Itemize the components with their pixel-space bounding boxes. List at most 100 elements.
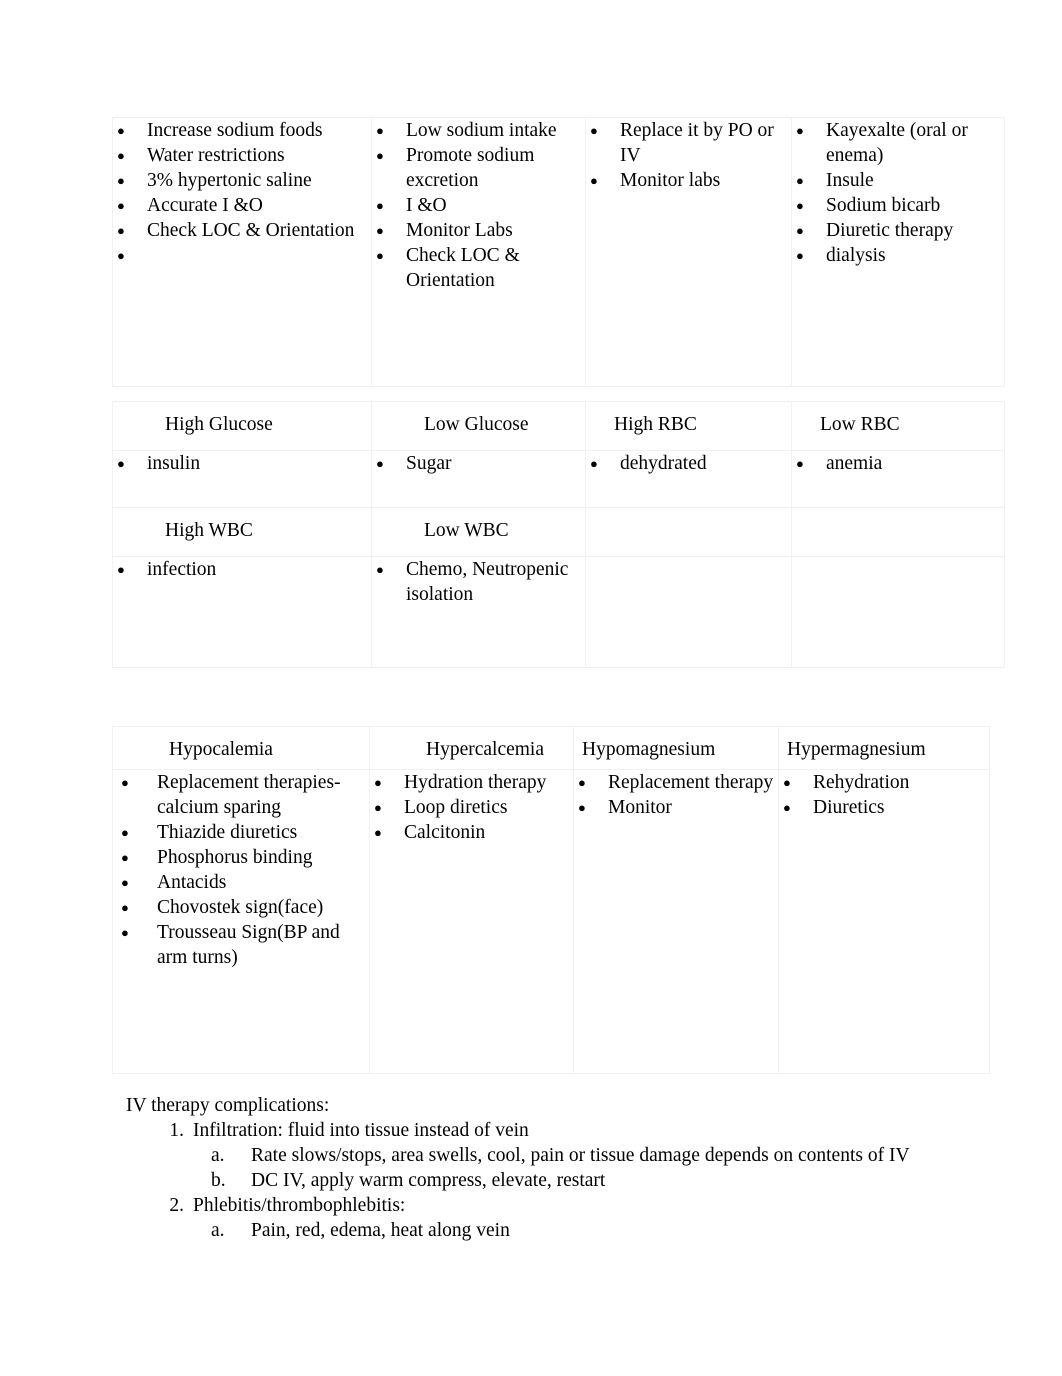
table-row-headers-glucose-rbc: High Glucose Low Glucose High RBC Low RB… [112,401,1005,451]
column-header: Low WBC [424,520,509,541]
bullet-list: Hydration therapy Loop diretics Calciton… [370,769,573,845]
bullet-list: anemia [792,450,1004,476]
list-item: Chovostek sign(face) [113,895,369,920]
list-item: anemia [792,450,1004,476]
iv-therapy-complications-section: IV therapy complications: 1. Infiltration… [126,1093,1006,1243]
list-item: Increase sodium foods [113,117,371,143]
list-item: Monitor labs [586,168,791,193]
bullet-list: Rehydration Diuretics [779,769,989,820]
bullet-list: Replace it by PO or IV Monitor labs [586,117,791,193]
cell-high-glucose-items: insulin [112,450,372,508]
numbered-list: 1. Infiltration: fluid into tissue instea… [126,1118,1006,1243]
cell-header-empty-4 [791,507,1005,557]
list-item: Hydration therapy [370,769,573,795]
cell-header-high-glucose: High Glucose [112,401,372,451]
list-item: Check LOC & Orientation [113,218,371,243]
cell-low-rbc-items: anemia [791,450,1005,508]
cell-hypernatremia-interventions: Low sodium intake Promote sodium excreti… [371,117,586,387]
column-header: Low RBC [820,414,900,435]
sub-list-item: b. DC IV, apply warm compress, elevate, r… [211,1168,1006,1193]
list-item: Loop diretics [370,795,573,820]
list-item-text: Infiltration: fluid into tissue instead … [193,1120,529,1142]
list-item: Antacids [113,870,369,895]
bullet-list: Chemo, Neutropenic isolation [372,556,585,607]
column-header: High RBC [614,414,697,435]
bullet-list: Increase sodium foods Water restrictions… [113,117,371,268]
list-item: Phosphorus binding [113,845,369,870]
list-marker: 1. [169,1120,184,1142]
cell-header-low-glucose: Low Glucose [371,401,586,451]
sub-list: a. Pain, red, edema, heat along vein [193,1218,1006,1243]
cell-header-empty-3 [585,507,792,557]
list-item: Sugar [372,450,585,476]
table-row-headers-wbc: High WBC Low WBC [112,507,1005,557]
column-header: Hypocalemia [169,739,273,760]
table-row-body: Replacement therapies-calcium sparing Th… [112,769,990,1074]
table-row-headers: Hypocalemia Hypercalcemia Hypomagnesium … [112,726,990,770]
cell-low-glucose-items: Sugar [371,450,586,508]
list-marker: 2. [169,1195,184,1217]
document-page: Increase sodium foods Water restrictions… [0,0,1062,1376]
list-item: 3% hypertonic saline [113,168,371,193]
list-item: Sodium bicarb [792,193,1004,218]
column-header: Hypercalcemia [426,739,545,760]
list-item: Check LOC & Orientation [372,243,585,293]
cell-header-hypermagnesium: Hypermagnesium [778,726,990,770]
cell-header-high-rbc: High RBC [585,401,792,451]
sub-list: a. Rate slows/stops, area swells, cool, p… [193,1143,1006,1193]
sub-list-item: a. Rate slows/stops, area swells, cool, p… [211,1143,1006,1168]
table-row-body-wbc: infection Chemo, Neutropenic isolation [112,556,1005,668]
cell-hyperkalemia-interventions: Kayexalte (oral or enema) Insule Sodium … [791,117,1005,387]
list-item: dehydrated [586,450,791,476]
bullet-list: Kayexalte (oral or enema) Insule Sodium … [792,117,1004,268]
bullet-list: infection [113,556,371,582]
list-item: insulin [113,450,371,476]
list-item: Water restrictions [113,143,371,168]
list-item: Calcitonin [370,820,573,845]
table-row-body-glucose-rbc: insulin Sugar dehydrated anemia [112,450,1005,508]
bullet-list: insulin [113,450,371,476]
list-item: 1. Infiltration: fluid into tissue instea… [160,1118,1006,1193]
bullet-list: Low sodium intake Promote sodium excreti… [372,117,585,293]
list-item: Monitor Labs [372,218,585,243]
list-item: Diuretics [779,795,989,820]
bullet-list: Sugar [372,450,585,476]
cell-hypermagnesium-items: Rehydration Diuretics [778,769,990,1074]
cell-hypomagnesium-items: Replacement therapy Monitor [573,769,779,1074]
bullet-list: dehydrated [586,450,791,476]
cell-hyponatremia-interventions: Increase sodium foods Water restrictions… [112,117,372,387]
cell-low-wbc-items: Chemo, Neutropenic isolation [371,556,586,668]
list-item: Monitor [574,795,778,820]
cell-body-empty-3 [585,556,792,668]
column-header: Hypermagnesium [787,739,926,760]
list-item: Low sodium intake [372,117,585,143]
column-header: Hypomagnesium [582,739,716,760]
cell-header-hypomagnesium: Hypomagnesium [573,726,779,770]
list-item: Replace it by PO or IV [586,117,791,168]
table-row: Increase sodium foods Water restrictions… [112,117,1005,387]
list-item: Accurate I &O [113,193,371,218]
cell-hypocalemia-items: Replacement therapies-calcium sparing Th… [112,769,370,1074]
bullet-list: Replacement therapy Monitor [574,769,778,820]
sub-list-marker: a. [211,1145,225,1167]
cell-header-high-wbc: High WBC [112,507,372,557]
list-item: I &O [372,193,585,218]
sub-list-item-text: Pain, red, edema, heat along vein [251,1220,510,1242]
list-item: Thiazide diuretics [113,820,369,845]
list-item: Trousseau Sign(BP and arm turns) [113,920,369,970]
cell-header-low-wbc: Low WBC [371,507,586,557]
cell-hypercalcemia-items: Hydration therapy Loop diretics Calciton… [369,769,574,1074]
list-item-text: Phlebitis/thrombophlebitis: [193,1195,406,1217]
list-item: Promote sodium excretion [372,143,585,193]
list-item: Rehydration [779,769,989,795]
cell-hypokalemia-interventions: Replace it by PO or IV Monitor labs [585,117,792,387]
sub-list-item-text: DC IV, apply warm compress, elevate, res… [251,1170,606,1192]
lab-values-table: High Glucose Low Glucose High RBC Low RB… [112,401,1005,668]
cell-header-hypocalemia: Hypocalemia [112,726,370,770]
section-heading: IV therapy complications: [126,1095,330,1116]
sub-list-marker: a. [211,1220,225,1242]
electrolyte-interventions-table: Increase sodium foods Water restrictions… [112,117,1005,387]
cell-header-low-rbc: Low RBC [791,401,1005,451]
list-item: Replacement therapies-calcium sparing [113,769,369,820]
calcium-magnesium-table: Hypocalemia Hypercalcemia Hypomagnesium … [112,726,990,1074]
